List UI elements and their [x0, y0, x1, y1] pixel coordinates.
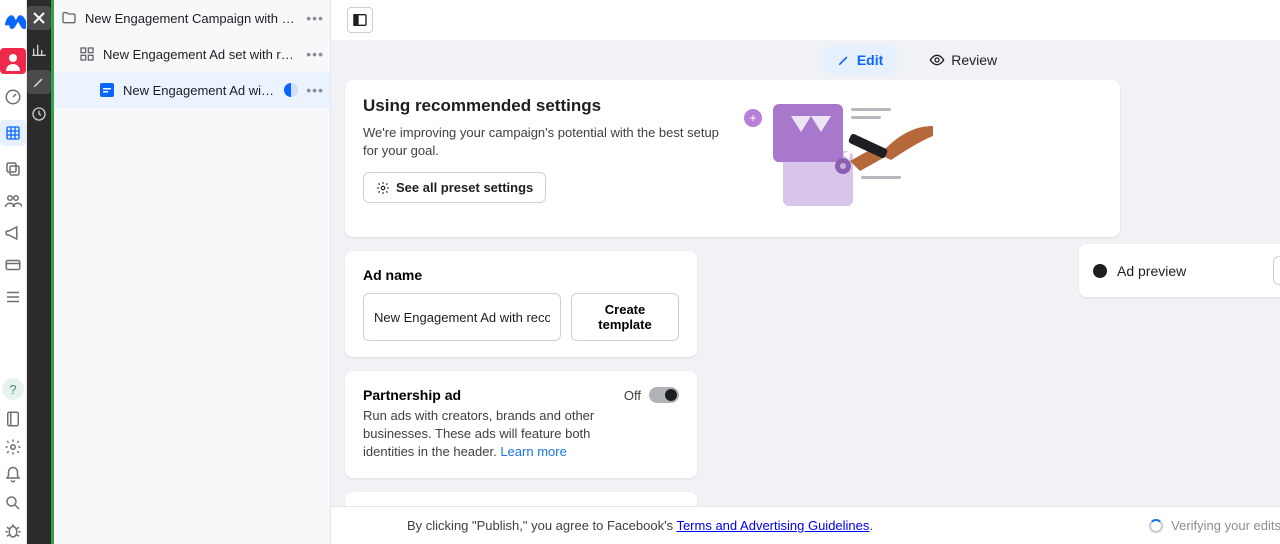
panel-toggle-button[interactable] — [347, 7, 373, 33]
menu-icon[interactable] — [4, 288, 22, 306]
partnership-state: Off — [624, 388, 641, 403]
more-icon[interactable]: ••• — [306, 82, 324, 98]
terms-link[interactable]: Terms and Advertising Guidelines — [676, 518, 869, 533]
help-icon[interactable]: ? — [2, 378, 24, 400]
close-button[interactable] — [27, 6, 51, 30]
recommended-settings-card: Using recommended settings We're improvi… — [345, 80, 1120, 237]
progress-half-icon — [284, 83, 298, 97]
ad-name-card: Ad name Create template — [345, 251, 697, 357]
search-icon[interactable] — [4, 494, 22, 512]
tab-review-label: Review — [951, 52, 997, 68]
see-preset-button[interactable]: See all preset settings — [363, 172, 546, 203]
tree-campaign-label: New Engagement Campaign with reco… — [85, 11, 298, 26]
account-avatar[interactable] — [0, 48, 26, 74]
content-scroll: Using recommended settings We're improvi… — [331, 80, 1280, 544]
chart-icon[interactable] — [27, 38, 51, 62]
table-icon[interactable] — [0, 120, 26, 146]
global-nav-rail: ? — [0, 0, 27, 544]
pencil-icon[interactable] — [27, 70, 51, 94]
bug-icon[interactable] — [4, 522, 22, 540]
ad-name-input[interactable] — [363, 293, 561, 341]
more-icon[interactable]: ••• — [306, 10, 324, 26]
meta-logo[interactable] — [0, 8, 26, 34]
verify-status: Verifying your edits… — [1149, 518, 1280, 533]
partnership-toggle[interactable] — [649, 387, 679, 403]
gauge-icon[interactable] — [4, 88, 22, 106]
partnership-title: Partnership ad — [363, 387, 612, 403]
notebook-icon[interactable] — [4, 410, 22, 428]
hero-desc: We're improving your campaign's potentia… — [363, 124, 723, 160]
create-template-button[interactable]: Create template — [571, 293, 679, 341]
people-icon[interactable] — [4, 192, 22, 210]
history-icon[interactable] — [27, 102, 51, 126]
card-icon[interactable] — [4, 256, 22, 274]
preview-label: Ad preview — [1117, 263, 1263, 279]
verify-label: Verifying your edits… — [1171, 518, 1280, 533]
tree-adset-label: New Engagement Ad set with reco… — [103, 47, 298, 62]
megaphone-icon[interactable] — [4, 224, 22, 242]
bell-icon[interactable] — [4, 466, 22, 484]
tree-ad-row[interactable]: New Engagement Ad with rec… ••• — [51, 72, 330, 108]
folder-icon — [61, 10, 77, 26]
see-preset-label: See all preset settings — [396, 180, 533, 195]
mode-tabs: Edit Review — [331, 40, 1280, 80]
preview-status-dot — [1093, 264, 1107, 278]
main-area: Edit Review Using recommended settings W… — [331, 0, 1280, 544]
editor-rail — [27, 0, 51, 544]
tree-adset-row[interactable]: New Engagement Ad set with reco… ••• — [51, 36, 330, 72]
tab-review[interactable]: Review — [915, 46, 1011, 74]
tree-ad-label: New Engagement Ad with rec… — [123, 83, 276, 98]
hero-illustration: + — [743, 96, 933, 221]
ad-icon — [99, 82, 115, 98]
hero-title: Using recommended settings — [363, 96, 723, 116]
tab-edit[interactable]: Edit — [823, 46, 897, 74]
svg-text:+: + — [749, 111, 756, 125]
grid-icon — [79, 46, 95, 62]
partnership-card: Partnership ad Run ads with creators, br… — [345, 371, 697, 478]
agree-text: By clicking "Publish," you agree to Face… — [407, 518, 873, 533]
more-icon[interactable]: ••• — [306, 46, 324, 62]
ad-name-title: Ad name — [363, 267, 679, 283]
topbar — [331, 0, 1280, 40]
copy-icon[interactable] — [4, 160, 22, 178]
footer-bar: By clicking "Publish," you agree to Face… — [331, 506, 1280, 544]
structure-tree: New Engagement Campaign with reco… ••• N… — [51, 0, 331, 544]
learn-more-link[interactable]: Learn more — [500, 444, 566, 459]
advanced-preview-button[interactable]: Advanced preview — [1273, 256, 1280, 285]
tab-edit-label: Edit — [857, 52, 883, 68]
ad-preview-card: Ad preview Advanced preview — [1079, 244, 1280, 297]
spinner-icon — [1149, 519, 1163, 533]
gear-icon[interactable] — [4, 438, 22, 456]
tree-campaign-row[interactable]: New Engagement Campaign with reco… ••• — [51, 0, 330, 36]
